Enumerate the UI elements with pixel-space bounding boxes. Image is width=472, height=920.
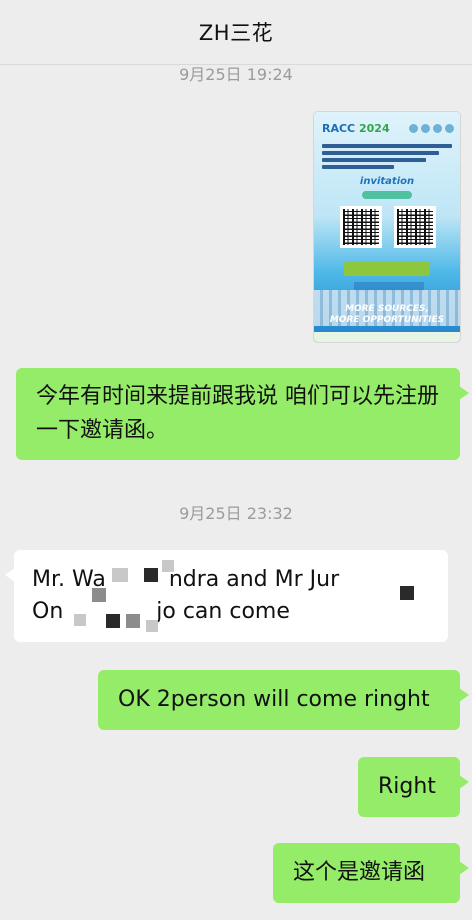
message-text: Right (378, 774, 436, 799)
redaction-mark (106, 614, 120, 628)
expo-title-lines (322, 144, 452, 172)
invitation-label: invitation (359, 176, 415, 187)
message-bubble-outgoing[interactable]: 这个是邀请函 (273, 843, 469, 903)
invitation-image-message[interactable]: RACC 2024 invitation MORE SOURCES, MORE O… (314, 112, 460, 342)
message-text: 这个是邀请函 (293, 860, 426, 885)
redaction-mark (146, 620, 158, 632)
qr-code-right (394, 206, 436, 248)
visitor-registration-pill (362, 191, 412, 199)
message-bubble-outgoing[interactable]: OK 2person will come ringht (98, 670, 469, 730)
message-text: 今年有时间来提前跟我说 咱们可以先注册一下邀请函。 (36, 384, 439, 443)
redaction-mark (74, 614, 86, 626)
message-bubble-incoming[interactable]: Mr. Wa ndra and Mr Jur On jo can come (5, 550, 448, 642)
redaction-mark (400, 586, 414, 600)
timestamp: 9月25日 19:24 (179, 65, 293, 84)
message-text-part: On (32, 599, 64, 624)
more-sources-tagline: MORE SOURCES, MORE OPPORTUNITIES (329, 304, 445, 325)
chat-header: ZH三花 (0, 0, 472, 65)
timestamp: 9月25日 23:32 (179, 504, 293, 523)
redaction-mark (126, 614, 140, 628)
message-bubble-outgoing[interactable]: Right (358, 757, 469, 817)
message-text-part: jo can come (156, 599, 290, 624)
message-bubble-outgoing[interactable]: 今年有时间来提前跟我说 咱们可以先注册一下邀请函。 (16, 368, 469, 460)
message-text-part: ndra and Mr Jur (168, 567, 340, 592)
sponsor-logos (409, 124, 454, 133)
redaction-mark (92, 588, 106, 602)
footer-logos (314, 332, 460, 342)
redaction-mark (144, 568, 158, 582)
message-text: OK 2person will come ringht (118, 687, 430, 712)
qr-code-left (340, 206, 382, 248)
info-band (344, 262, 430, 276)
chat-title[interactable]: ZH三花 (199, 17, 273, 47)
redaction-mark (162, 560, 174, 572)
redaction-mark (112, 568, 128, 582)
expo-logo: RACC 2024 (322, 122, 390, 135)
